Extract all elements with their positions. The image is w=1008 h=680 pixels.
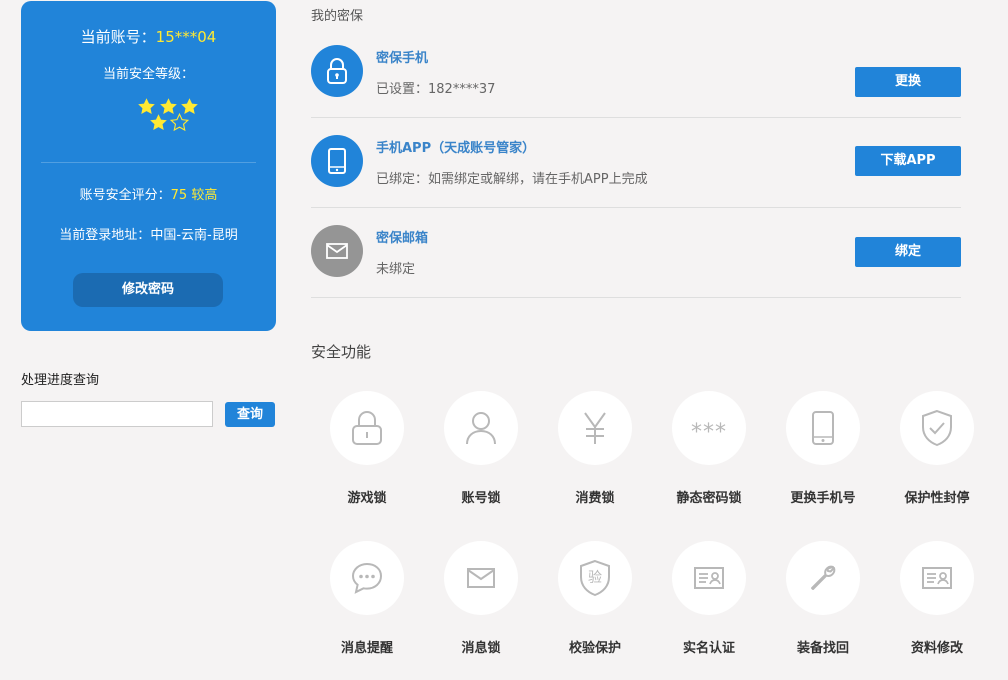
query-button[interactable]: 查询 <box>225 402 275 427</box>
account-label: 当前账号： <box>80 28 156 46</box>
score-value: 75 较高 <box>170 188 218 203</box>
profile-card-icon <box>900 541 974 615</box>
lock-icon <box>311 45 363 97</box>
security-item-email: 密保邮箱 未绑定 绑定 <box>311 207 961 298</box>
function-label: 消息锁 <box>461 641 501 656</box>
security-item-desc: 已设置：182****37 <box>376 82 496 97</box>
function-message-lock[interactable]: 消息锁 <box>426 541 536 656</box>
account-value: 15***04 <box>155 28 217 46</box>
function-label: 更换手机号 <box>790 491 856 506</box>
function-label: 账号锁 <box>461 491 501 506</box>
wrench-icon <box>786 541 860 615</box>
security-item-name: 密保邮箱 <box>376 231 429 246</box>
account-card: 当前账号：15***04 当前安全等级： 账号安全评分：75 较高 当前登录地址… <box>21 1 276 331</box>
security-item-app: 手机APP（天成账号管家） 已绑定：如需绑定或解绑，请在手机APP上完成 下载A… <box>311 117 961 208</box>
chat-bubble-icon <box>330 541 404 615</box>
function-account-lock[interactable]: 账号锁 <box>426 391 536 506</box>
mail-icon <box>311 225 363 277</box>
function-game-lock[interactable]: 游戏锁 <box>312 391 422 506</box>
current-account: 当前账号：15***04 <box>21 26 276 47</box>
security-item-name: 密保手机 <box>376 51 429 66</box>
change-password-button[interactable]: 修改密码 <box>73 273 223 307</box>
function-static-password-lock[interactable]: *** 静态密码锁 <box>654 391 764 506</box>
function-label: 游戏锁 <box>347 491 387 506</box>
function-label: 保护性封停 <box>904 491 970 506</box>
card-divider <box>41 162 256 163</box>
function-label: 实名认证 <box>682 641 735 656</box>
security-score: 账号安全评分：75 较高 <box>21 184 276 203</box>
security-level-stars <box>137 97 201 133</box>
function-profile-edit[interactable]: 资料修改 <box>882 541 992 656</box>
function-label: 资料修改 <box>910 641 963 656</box>
score-label: 账号安全评分： <box>79 188 171 203</box>
envelope-icon <box>444 541 518 615</box>
star-filled-icon <box>150 114 167 131</box>
id-card-icon <box>672 541 746 615</box>
lock-icon <box>330 391 404 465</box>
function-message-alert[interactable]: 消息提醒 <box>312 541 422 656</box>
function-item-recovery[interactable]: 装备找回 <box>768 541 878 656</box>
shield-check-icon <box>900 391 974 465</box>
security-functions-title: 安全功能 <box>311 343 372 361</box>
progress-query-input[interactable] <box>21 401 213 427</box>
location-label: 当前登录地址： <box>59 228 151 243</box>
mobile-icon <box>786 391 860 465</box>
location-value: 中国-云南-昆明 <box>150 228 238 243</box>
shield-verify-icon: 验 <box>558 541 632 615</box>
function-real-name[interactable]: 实名认证 <box>654 541 764 656</box>
asterisk-password-icon: *** <box>672 391 746 465</box>
function-label: 静态密码锁 <box>676 491 742 506</box>
function-spending-lock[interactable]: 消费锁 <box>540 391 650 506</box>
function-protective-suspend[interactable]: 保护性封停 <box>882 391 992 506</box>
security-item-phone: 密保手机 已设置：182****37 更换 <box>311 27 961 118</box>
bind-email-button[interactable]: 绑定 <box>855 237 961 267</box>
change-phone-button[interactable]: 更换 <box>855 67 961 97</box>
security-item-desc: 已绑定：如需绑定或解绑，请在手机APP上完成 <box>376 172 648 187</box>
phone-icon <box>311 135 363 187</box>
progress-query-title: 处理进度查询 <box>21 373 100 388</box>
function-label: 消息提醒 <box>340 641 393 656</box>
my-security-title: 我的密保 <box>311 9 364 24</box>
function-verify-protection[interactable]: 验 校验保护 <box>540 541 650 656</box>
function-label: 校验保护 <box>568 641 621 656</box>
download-app-button[interactable]: 下载APP <box>855 146 961 176</box>
yen-icon <box>558 391 632 465</box>
login-location: 当前登录地址：中国-云南-昆明 <box>21 224 276 243</box>
user-icon <box>444 391 518 465</box>
function-change-phone[interactable]: 更换手机号 <box>768 391 878 506</box>
security-item-desc: 未绑定 <box>376 262 416 277</box>
security-item-name: 手机APP（天成账号管家） <box>376 141 536 156</box>
star-empty-icon <box>170 113 189 132</box>
function-label: 装备找回 <box>796 641 849 656</box>
security-level-label: 当前安全等级： <box>102 67 194 82</box>
function-label: 消费锁 <box>575 491 615 506</box>
